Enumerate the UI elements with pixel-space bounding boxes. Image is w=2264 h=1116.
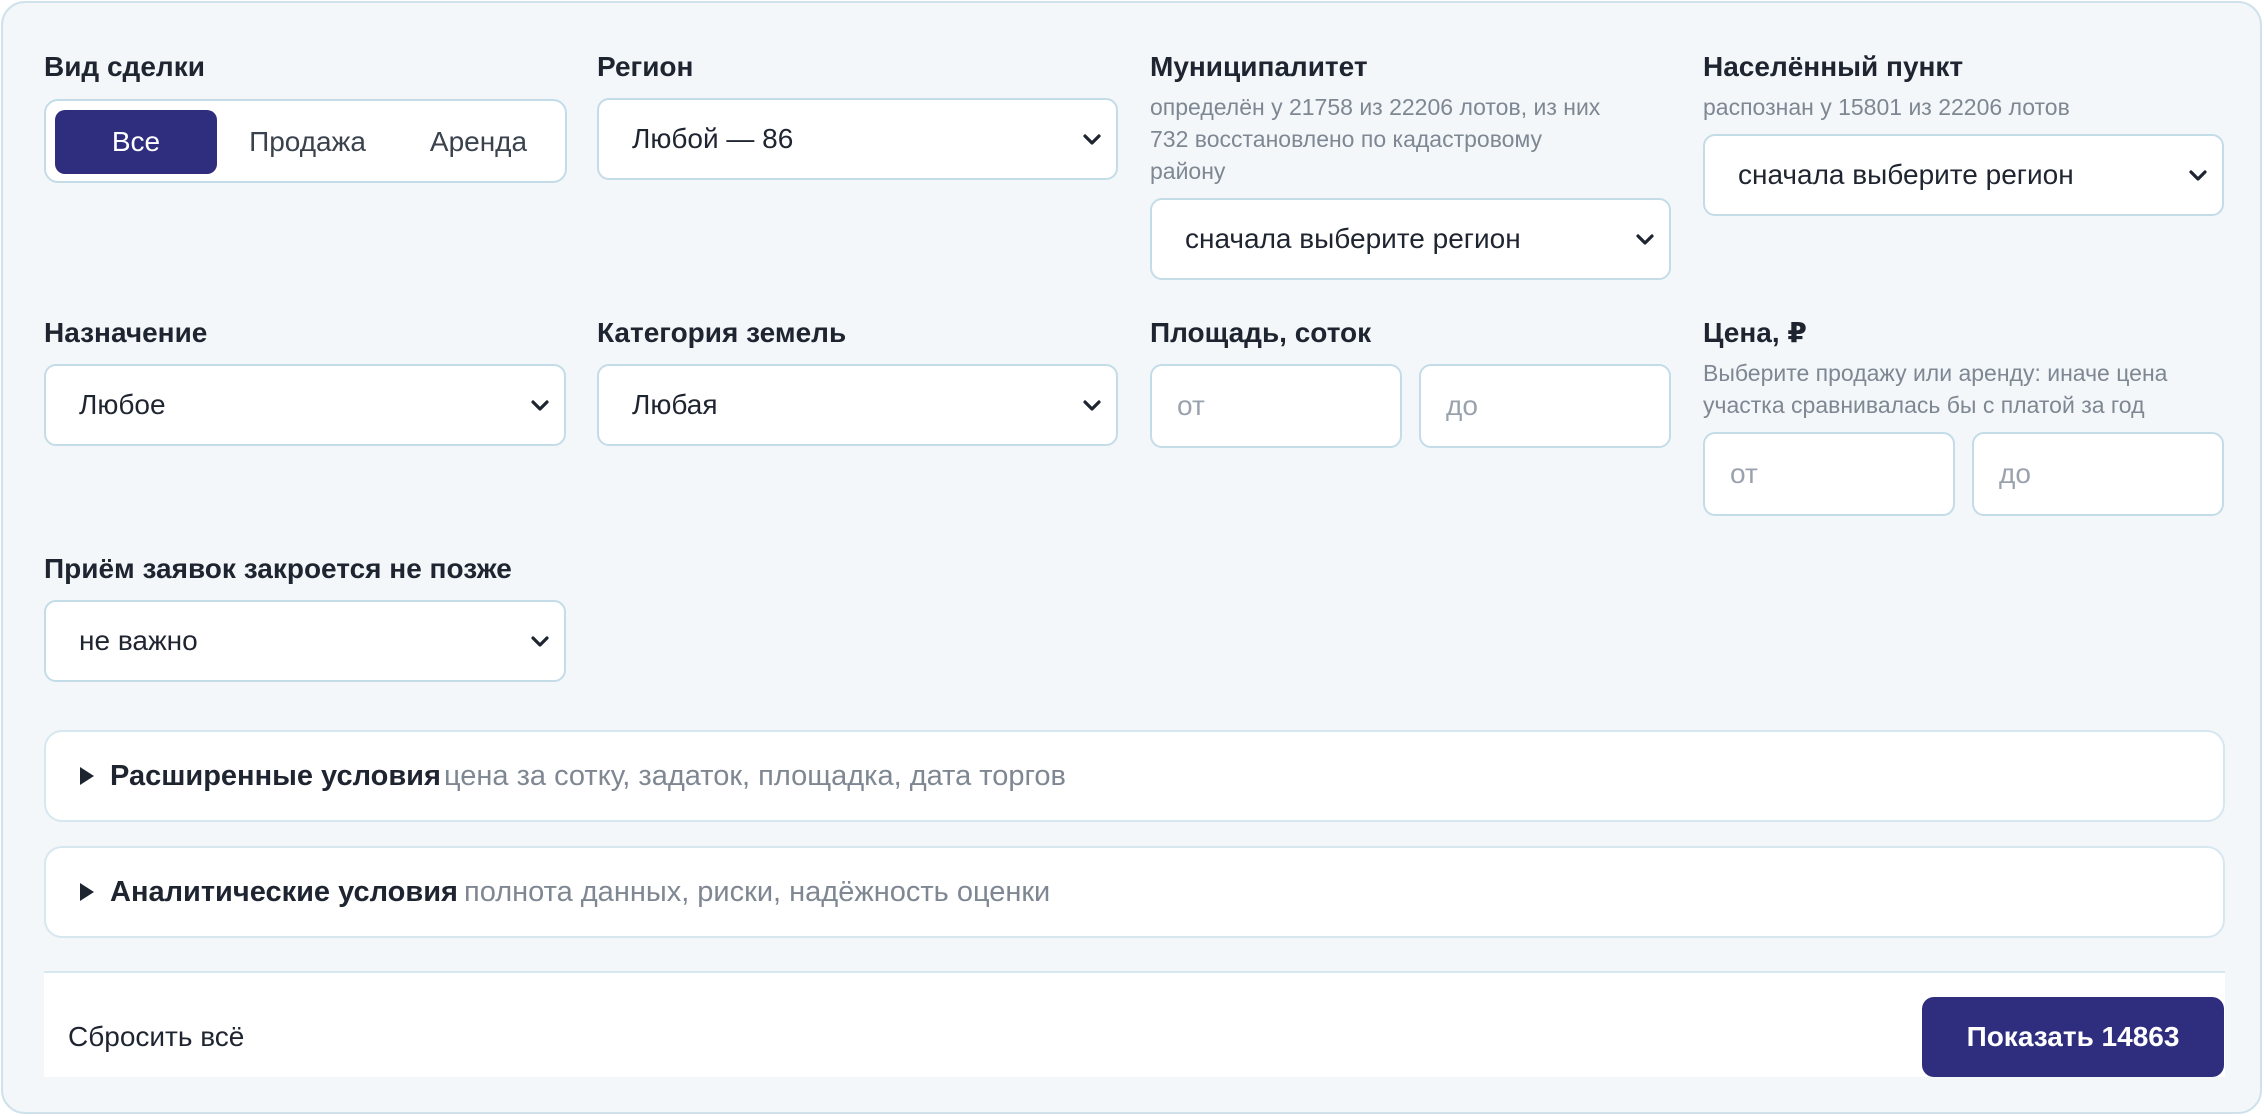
price-to-input[interactable]: до	[1972, 432, 2224, 516]
municipality-select-value: сначала выберите регион	[1185, 223, 1521, 254]
deal-type-label: Вид сделки	[44, 51, 205, 82]
area-field: Площадь, соток	[1150, 316, 1371, 350]
land-category-select[interactable]: Любая	[597, 364, 1118, 446]
chevron-down-icon	[531, 400, 549, 411]
purpose-field: Назначение	[44, 316, 207, 350]
settlement-label: Населённый пункт	[1703, 51, 1964, 82]
municipality-field: Муниципалитет определён у 21758 из 22206…	[1150, 50, 1670, 187]
area-label: Площадь, соток	[1150, 317, 1372, 348]
purpose-select[interactable]: Любое	[44, 364, 566, 446]
filter-panel: Вид сделки Все Продажа Аренда Регион Люб…	[1, 1, 2262, 1114]
triangle-right-icon	[80, 883, 94, 901]
municipality-hint: определён у 21758 из 22206 лотов, из них…	[1150, 94, 1601, 184]
area-from-placeholder: от	[1177, 390, 1205, 421]
purpose-label: Назначение	[44, 317, 208, 348]
triangle-right-icon	[80, 767, 94, 785]
filter-footer: Сбросить всё Показать 14863	[44, 971, 2225, 1077]
analytic-conditions-subtitle: полнота данных, риски, надёжность оценки	[464, 876, 1051, 908]
price-label: Цена, ₽	[1703, 317, 1807, 348]
price-from-placeholder: от	[1730, 458, 1758, 489]
deal-type-all-button[interactable]: Все	[55, 110, 217, 174]
chevron-down-icon	[1083, 400, 1101, 411]
deal-type-segmented-control: Все Продажа Аренда	[44, 99, 567, 183]
deal-type-field: Вид сделки	[44, 50, 205, 84]
region-field: Регион	[597, 50, 693, 84]
settlement-field: Населённый пункт распознан у 15801 из 22…	[1703, 50, 2223, 123]
analytic-conditions-toggle[interactable]: Аналитические условия полнота данных, ри…	[44, 846, 2225, 938]
region-select[interactable]: Любой — 86	[597, 98, 1118, 180]
analytic-conditions-title: Аналитические условия	[110, 876, 458, 908]
purpose-select-value: Любое	[79, 389, 166, 420]
area-from-input[interactable]: от	[1150, 364, 1402, 448]
area-to-input[interactable]: до	[1419, 364, 1671, 448]
advanced-conditions-title: Расширенные условия	[110, 760, 441, 792]
region-label: Регион	[597, 51, 694, 82]
chevron-down-icon	[1083, 134, 1101, 145]
settlement-hint: распознан у 15801 из 22206 лотов	[1703, 94, 2070, 120]
area-to-placeholder: до	[1446, 390, 1478, 421]
land-category-label: Категория земель	[597, 317, 847, 348]
show-results-button[interactable]: Показать 14863	[1922, 997, 2224, 1077]
advanced-conditions-toggle[interactable]: Расширенные условия цена за сотку, задат…	[44, 730, 2225, 822]
chevron-down-icon	[2189, 170, 2207, 181]
chevron-down-icon	[531, 636, 549, 647]
deal-type-rent-button[interactable]: Аренда	[396, 110, 561, 174]
deal-type-sale-button[interactable]: Продажа	[225, 110, 390, 174]
deadline-select-value: не важно	[79, 625, 198, 656]
deadline-label: Приём заявок закроется не позже	[44, 553, 512, 584]
advanced-conditions-subtitle: цена за сотку, задаток, площадка, дата т…	[444, 760, 1066, 792]
chevron-down-icon	[1636, 234, 1654, 245]
price-to-placeholder: до	[1999, 458, 2031, 489]
price-from-input[interactable]: от	[1703, 432, 1955, 516]
deadline-select[interactable]: не важно	[44, 600, 566, 682]
price-hint: Выберите продажу или аренду: иначе цена …	[1703, 360, 2168, 418]
municipality-label: Муниципалитет	[1150, 51, 1368, 82]
municipality-select[interactable]: сначала выберите регион	[1150, 198, 1671, 280]
reset-all-button[interactable]: Сбросить всё	[68, 973, 244, 1101]
land-category-field: Категория земель	[597, 316, 846, 350]
settlement-select[interactable]: сначала выберите регион	[1703, 134, 2224, 216]
deadline-field: Приём заявок закроется не позже	[44, 552, 512, 586]
settlement-select-value: сначала выберите регион	[1738, 159, 2074, 190]
land-category-select-value: Любая	[632, 389, 718, 420]
region-select-value: Любой — 86	[632, 123, 794, 154]
price-field: Цена, ₽ Выберите продажу или аренду: ина…	[1703, 316, 2223, 421]
